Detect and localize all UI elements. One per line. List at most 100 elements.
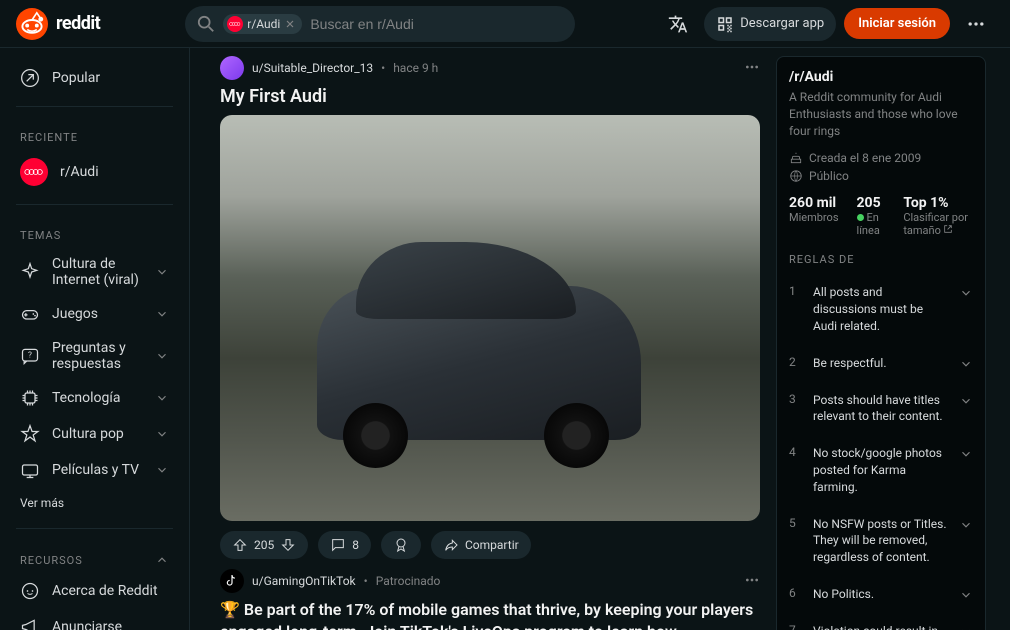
post-title[interactable]: My First Audi bbox=[220, 86, 760, 107]
stat-online: 205 En línea bbox=[857, 195, 886, 237]
chevron-down-icon bbox=[959, 625, 973, 630]
rule-item[interactable]: 4 No stock/google photos posted for Karma… bbox=[789, 435, 973, 505]
main: u/Suitable_Director_13 • hace 9 h My Fir… bbox=[190, 48, 1010, 630]
chevron-down-icon bbox=[959, 394, 973, 408]
search-scope-pill[interactable]: r/Audi bbox=[223, 14, 302, 34]
created-row: Creada el 8 ene 2009 bbox=[789, 151, 973, 165]
translate-button[interactable] bbox=[660, 6, 696, 42]
rule-number: 4 bbox=[789, 445, 801, 459]
rule-text: All posts and discussions must be Audi r… bbox=[813, 284, 947, 334]
comment-count: 8 bbox=[352, 538, 359, 552]
divider bbox=[16, 106, 173, 107]
chevron-down-icon bbox=[155, 307, 169, 321]
sidebar-item-label: Popular bbox=[52, 70, 169, 86]
sidebar-item-label: Preguntas y respuestas bbox=[52, 340, 143, 372]
share-icon bbox=[443, 537, 459, 553]
reddit-outline-icon bbox=[20, 581, 40, 601]
megaphone-icon bbox=[20, 617, 40, 630]
post-title[interactable]: 🏆 Be part of the 17% of mobile games tha… bbox=[220, 599, 760, 630]
community-desc: A Reddit community for Audi Enthusiasts … bbox=[789, 89, 973, 139]
post-menu-button[interactable] bbox=[744, 572, 760, 591]
section-topics[interactable]: TEMAS bbox=[8, 215, 181, 248]
sidebar-item-about[interactable]: Acerca de Reddit bbox=[8, 573, 181, 609]
layout: Popular RECIENTE r/Audi TEMAS Cultura de… bbox=[0, 48, 1010, 630]
post-author[interactable]: u/Suitable_Director_13 bbox=[252, 61, 373, 75]
sidebar-item-label: Anunciarse bbox=[52, 619, 169, 630]
comments-button[interactable]: 8 bbox=[318, 531, 371, 559]
post: u/GamingOnTikTok • Patrocinado 🏆 Be part… bbox=[220, 569, 760, 630]
rule-item[interactable]: 7Violation could result in mute/ban for … bbox=[789, 613, 973, 630]
chevron-down-icon bbox=[959, 447, 973, 461]
sidebar-item-pop-culture[interactable]: Cultura pop bbox=[8, 416, 181, 452]
search-icon bbox=[197, 15, 215, 33]
sidebar-item-popular[interactable]: Popular bbox=[8, 60, 181, 96]
star-icon bbox=[20, 424, 40, 444]
search-input[interactable] bbox=[310, 16, 563, 32]
divider bbox=[16, 204, 173, 205]
download-app-button[interactable]: Descargar app bbox=[704, 7, 836, 41]
rule-item[interactable]: 1All posts and discussions must be Audi … bbox=[789, 274, 973, 344]
post-author[interactable]: u/GamingOnTikTok bbox=[252, 574, 356, 588]
sidebar-item-label: Cultura pop bbox=[52, 426, 143, 442]
rule-item[interactable]: 6 No Politics. bbox=[789, 576, 973, 613]
section-recent[interactable]: RECIENTE bbox=[8, 117, 181, 150]
post-time: hace 9 h bbox=[393, 61, 438, 75]
post-head: u/Suitable_Director_13 • hace 9 h bbox=[220, 56, 760, 80]
rule-number: 3 bbox=[789, 392, 801, 406]
chevron-down-icon bbox=[155, 463, 169, 477]
sidebar-item-label: Acerca de Reddit bbox=[52, 583, 169, 599]
rules-head: REGLAS DE bbox=[789, 253, 973, 266]
upvote-icon bbox=[232, 537, 248, 553]
rule-item[interactable]: 5No NSFW posts or Titles. They will be r… bbox=[789, 506, 973, 576]
comment-icon bbox=[330, 537, 346, 553]
sidebar-item-label: Tecnología bbox=[52, 390, 143, 406]
header: reddit r/Audi Descargar app Iniciar sesi… bbox=[0, 0, 1010, 48]
reddit-icon bbox=[16, 8, 48, 40]
rule-item[interactable]: 2Be respectful. bbox=[789, 345, 973, 382]
sidebar-item-qa[interactable]: ? Preguntas y respuestas bbox=[8, 332, 181, 380]
chevron-down-icon bbox=[155, 349, 169, 363]
rule-item[interactable]: 3Posts should have titles relevant to th… bbox=[789, 382, 973, 436]
more-icon bbox=[966, 14, 986, 34]
feed: u/Suitable_Director_13 • hace 9 h My Fir… bbox=[220, 56, 760, 622]
sidebar-item-movies-tv[interactable]: Películas y TV bbox=[8, 452, 181, 488]
tv-icon bbox=[20, 460, 40, 480]
rule-text: No Politics. bbox=[813, 586, 947, 603]
sidebar-item-advertise[interactable]: Anunciarse bbox=[8, 609, 181, 630]
avatar[interactable] bbox=[220, 569, 244, 593]
sparkle-icon bbox=[20, 262, 40, 282]
search-wrap: r/Audi bbox=[116, 6, 644, 42]
sidebar-item-internet-culture[interactable]: Cultura de Internet (viral) bbox=[8, 248, 181, 296]
stat-rank[interactable]: Top 1% Clasificar por tamaño bbox=[903, 195, 973, 237]
sidebar-item-raudi[interactable]: r/Audi bbox=[8, 150, 181, 194]
section-resources[interactable]: RECURSOS bbox=[8, 539, 181, 573]
rule-text: No stock/google photos posted for Karma … bbox=[813, 445, 947, 495]
login-button[interactable]: Iniciar sesión bbox=[844, 8, 950, 39]
gamepad-icon bbox=[20, 304, 40, 324]
chat-question-icon: ? bbox=[20, 346, 40, 366]
sidebar-item-tech[interactable]: Tecnología bbox=[8, 380, 181, 416]
award-button[interactable] bbox=[381, 531, 421, 559]
audi-icon bbox=[227, 16, 243, 32]
share-button[interactable]: Compartir bbox=[431, 531, 531, 559]
search-pill-label: r/Audi bbox=[247, 17, 280, 31]
rule-number: 6 bbox=[789, 586, 801, 600]
trophy-icon: 🏆 bbox=[220, 600, 244, 619]
ver-mas-link[interactable]: Ver más bbox=[8, 488, 181, 518]
post-menu-button[interactable] bbox=[744, 59, 760, 78]
reddit-logo[interactable]: reddit bbox=[16, 8, 100, 40]
avatar[interactable] bbox=[220, 56, 244, 80]
post-head: u/GamingOnTikTok • Patrocinado bbox=[220, 569, 760, 593]
vote-button[interactable]: 205 bbox=[220, 531, 308, 559]
tiktok-icon bbox=[225, 574, 239, 588]
search-bar[interactable]: r/Audi bbox=[185, 6, 575, 42]
close-icon[interactable] bbox=[284, 18, 296, 30]
vote-count: 205 bbox=[254, 538, 274, 552]
arrow-up-right-icon bbox=[20, 68, 40, 88]
rule-text: Be respectful. bbox=[813, 355, 947, 372]
post-image[interactable] bbox=[220, 115, 760, 521]
downvote-icon bbox=[280, 537, 296, 553]
more-button[interactable] bbox=[958, 6, 994, 42]
chevron-down-icon bbox=[155, 391, 169, 405]
sidebar-item-games[interactable]: Juegos bbox=[8, 296, 181, 332]
